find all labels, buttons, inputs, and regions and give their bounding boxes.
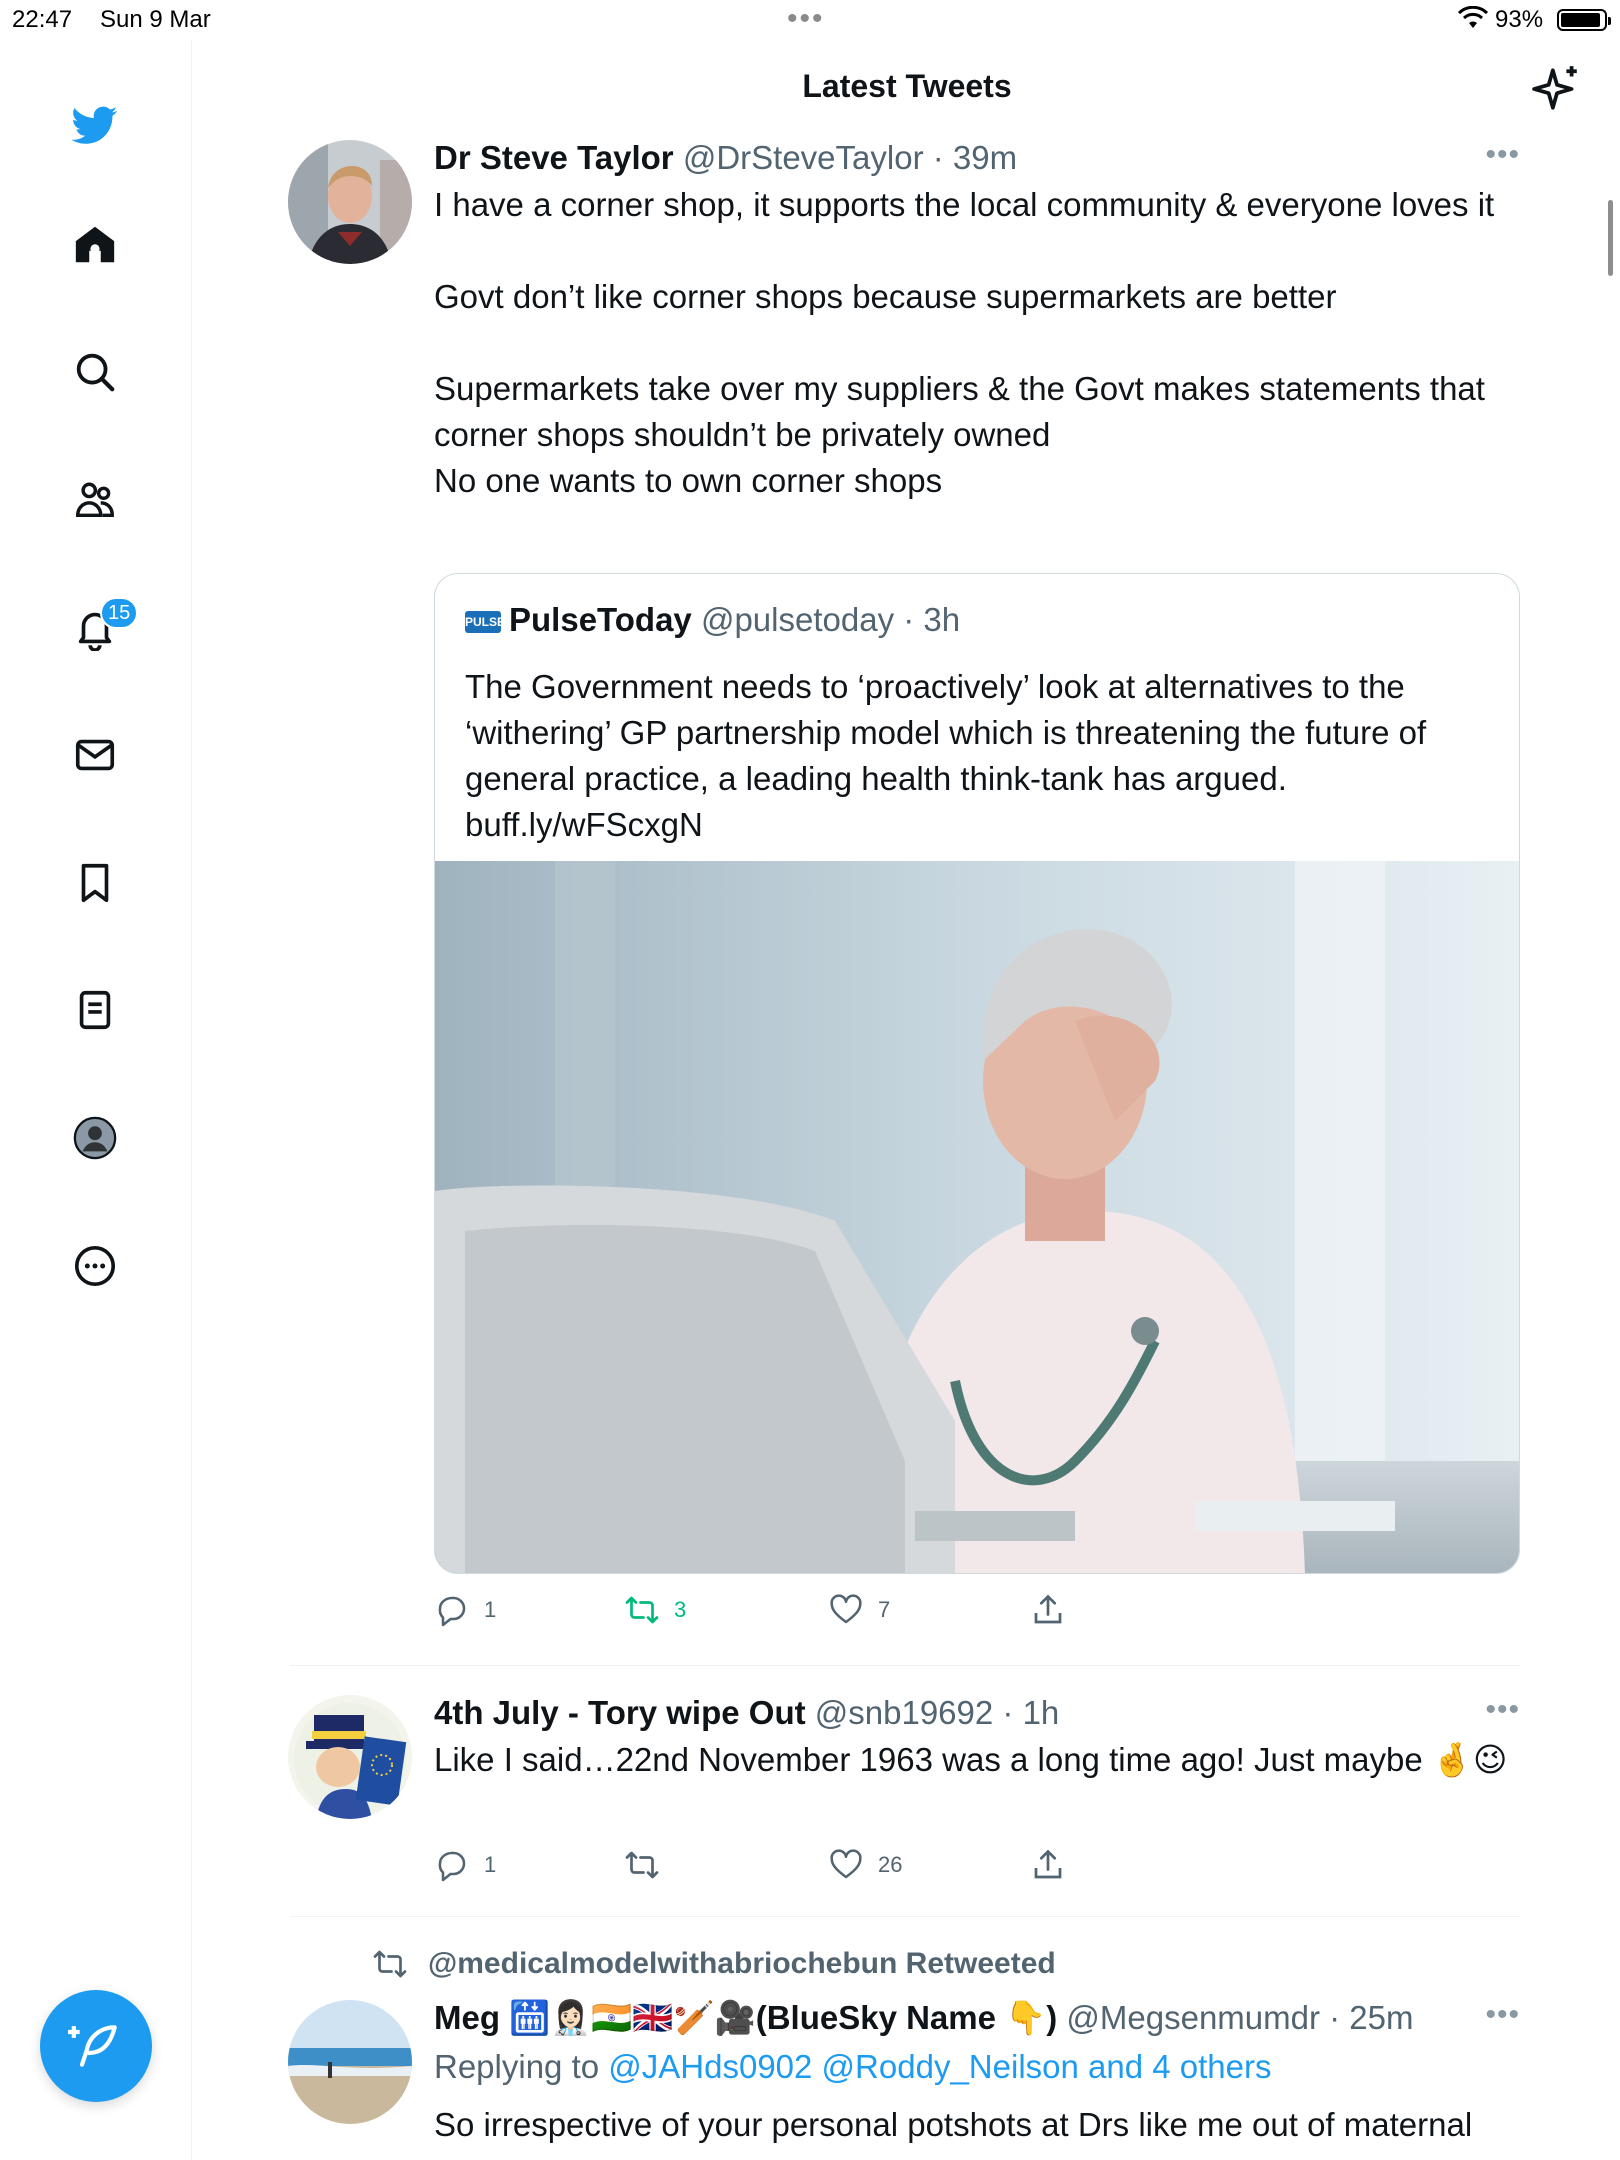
share-button[interactable] bbox=[1030, 1592, 1080, 1628]
lists-icon[interactable] bbox=[60, 975, 130, 1045]
tweet-time[interactable]: 1h bbox=[1023, 1694, 1060, 1731]
tweet-actions: 1 3 7 bbox=[434, 1592, 1520, 1642]
quoted-tweet[interactable]: PULSE PulseToday @pulsetoday · 3h The Gov… bbox=[434, 573, 1520, 1574]
tweet-divider bbox=[290, 1665, 1520, 1666]
author-handle[interactable]: @Megsenmumdr bbox=[1066, 1999, 1320, 2036]
status-bar: 22:47 Sun 9 Mar ••• 93% bbox=[0, 0, 1620, 40]
author-name[interactable]: Meg 🛗👩🏻‍⚕️🇮🇳🇬🇧🏏🎥(BlueSky Name 👇) bbox=[434, 1999, 1057, 2036]
status-date: Sun 9 Mar bbox=[100, 6, 211, 33]
reply-count: 1 bbox=[484, 1852, 497, 1877]
reply-button[interactable]: 1 bbox=[434, 1847, 496, 1883]
quoted-tweet-header: PULSE PulseToday @pulsetoday · 3h bbox=[465, 601, 961, 638]
author-handle[interactable]: @DrSteveTaylor bbox=[683, 139, 924, 176]
quoted-tweet-time: 3h bbox=[923, 601, 961, 638]
more-options-icon[interactable] bbox=[60, 1231, 130, 1301]
tweet-divider bbox=[290, 1916, 1520, 1917]
share-icon bbox=[1034, 1594, 1062, 1624]
tweet-more-icon[interactable]: ••• bbox=[1485, 138, 1520, 172]
compose-feather-icon bbox=[68, 2025, 117, 2067]
multitasking-dots-icon[interactable]: ••• bbox=[787, 2, 825, 36]
search-icon[interactable] bbox=[60, 337, 130, 407]
profile-avatar-icon[interactable] bbox=[60, 1103, 130, 1173]
retweet-count: 3 bbox=[674, 1597, 687, 1622]
sidebar-nav: 15 bbox=[0, 40, 192, 2160]
author-name[interactable]: 4th July - Tory wipe Out bbox=[434, 1694, 806, 1731]
share-icon bbox=[1034, 1849, 1062, 1879]
battery-percentage: 93% bbox=[1495, 6, 1544, 33]
avatar[interactable] bbox=[288, 2000, 412, 2124]
like-button[interactable]: 7 bbox=[828, 1592, 890, 1628]
retweet-icon bbox=[625, 1596, 659, 1624]
notifications-bell-icon[interactable]: 15 bbox=[60, 593, 139, 663]
bookmarks-icon[interactable] bbox=[60, 848, 130, 918]
tweet-time[interactable]: 39m bbox=[953, 139, 1017, 176]
status-time: 22:47 bbox=[12, 6, 73, 33]
author-name[interactable]: Dr Steve Taylor bbox=[434, 139, 674, 176]
compose-tweet-button[interactable] bbox=[40, 1990, 152, 2102]
reply-count: 1 bbox=[484, 1597, 497, 1622]
retweet-icon bbox=[625, 1851, 659, 1879]
tweet-text: I have a corner shop, it supports the lo… bbox=[434, 186, 1495, 499]
tweet[interactable]: Meg 🛗👩🏻‍⚕️🇮🇳🇬🇧🏏🎥(BlueSky Name 👇) @Megsen… bbox=[288, 1998, 1520, 2160]
scrollbar[interactable] bbox=[1608, 200, 1613, 276]
retweet-context[interactable]: @medicalmodelwithabriochebun Retweeted bbox=[372, 1946, 1056, 1982]
timeline-sparkle-icon[interactable] bbox=[1532, 64, 1582, 114]
quoted-tweet-image[interactable] bbox=[435, 861, 1519, 1573]
heart-icon bbox=[830, 1849, 862, 1879]
tweet-time[interactable]: 25m bbox=[1349, 1999, 1413, 2036]
quoted-author-handle: @pulsetoday bbox=[700, 601, 895, 638]
retweet-button[interactable] bbox=[624, 1847, 674, 1883]
reply-icon bbox=[438, 1851, 466, 1882]
quoted-tweet-text: The Government needs to ‘proactively’ lo… bbox=[465, 668, 1427, 843]
share-button[interactable] bbox=[1030, 1847, 1080, 1883]
replying-to-line: Replying to @JAHds0902 @Roddy_Neilson an… bbox=[434, 2044, 1520, 2090]
notification-count-badge: 15 bbox=[100, 597, 139, 629]
tweet-header: 4th July - Tory wipe Out @snb19692 · 1h bbox=[434, 1694, 1060, 1731]
tweet[interactable]: 4th July - Tory wipe Out @snb19692 · 1h … bbox=[288, 1693, 1520, 1897]
avatar[interactable] bbox=[288, 140, 412, 264]
like-count: 7 bbox=[878, 1597, 891, 1622]
tweet[interactable]: Dr Steve Taylor @DrSteveTaylor · 39m •••… bbox=[288, 138, 1520, 1642]
messages-envelope-icon[interactable] bbox=[60, 720, 130, 790]
like-button[interactable]: 26 bbox=[828, 1847, 902, 1883]
tweet-text: Like I said…22nd November 1963 was a lon… bbox=[434, 1741, 1508, 1778]
pulse-logo: PULSE bbox=[465, 611, 505, 633]
avatar[interactable] bbox=[288, 1695, 412, 1819]
tweet-more-icon[interactable]: ••• bbox=[1485, 1998, 1520, 2032]
retweeted-by-label: @medicalmodelwithabriochebun Retweeted bbox=[428, 1947, 1056, 1980]
page-title: Latest Tweets bbox=[802, 68, 1012, 104]
home-icon[interactable] bbox=[60, 210, 130, 280]
tweet-header: Dr Steve Taylor @DrSteveTaylor · 39m bbox=[434, 139, 1018, 176]
reply-button[interactable]: 1 bbox=[434, 1592, 496, 1628]
replying-to-handles[interactable]: @JAHds0902 @Roddy_Neilson and 4 others bbox=[608, 2048, 1271, 2085]
tweet-actions: 1 26 bbox=[434, 1847, 1520, 1897]
quoted-author-name: PulseToday bbox=[509, 601, 692, 638]
retweet-icon bbox=[373, 1950, 407, 1978]
author-handle[interactable]: @snb19692 bbox=[815, 1694, 993, 1731]
retweet-button[interactable]: 3 bbox=[624, 1592, 686, 1628]
tweet-text: So irrespective of your personal potshot… bbox=[434, 2106, 1473, 2143]
battery-icon bbox=[1557, 9, 1611, 31]
like-count: 26 bbox=[878, 1852, 903, 1877]
heart-icon bbox=[830, 1594, 862, 1624]
twitter-logo-icon[interactable] bbox=[60, 90, 130, 160]
replying-to-prefix: Replying to bbox=[434, 2048, 600, 2085]
communities-icon[interactable] bbox=[60, 465, 130, 535]
wifi-icon bbox=[1457, 5, 1489, 37]
tweet-header: Meg 🛗👩🏻‍⚕️🇮🇳🇬🇧🏏🎥(BlueSky Name 👇) @Megsen… bbox=[434, 1999, 1414, 2036]
tweet-more-icon[interactable]: ••• bbox=[1485, 1693, 1520, 1727]
reply-icon bbox=[438, 1596, 466, 1627]
